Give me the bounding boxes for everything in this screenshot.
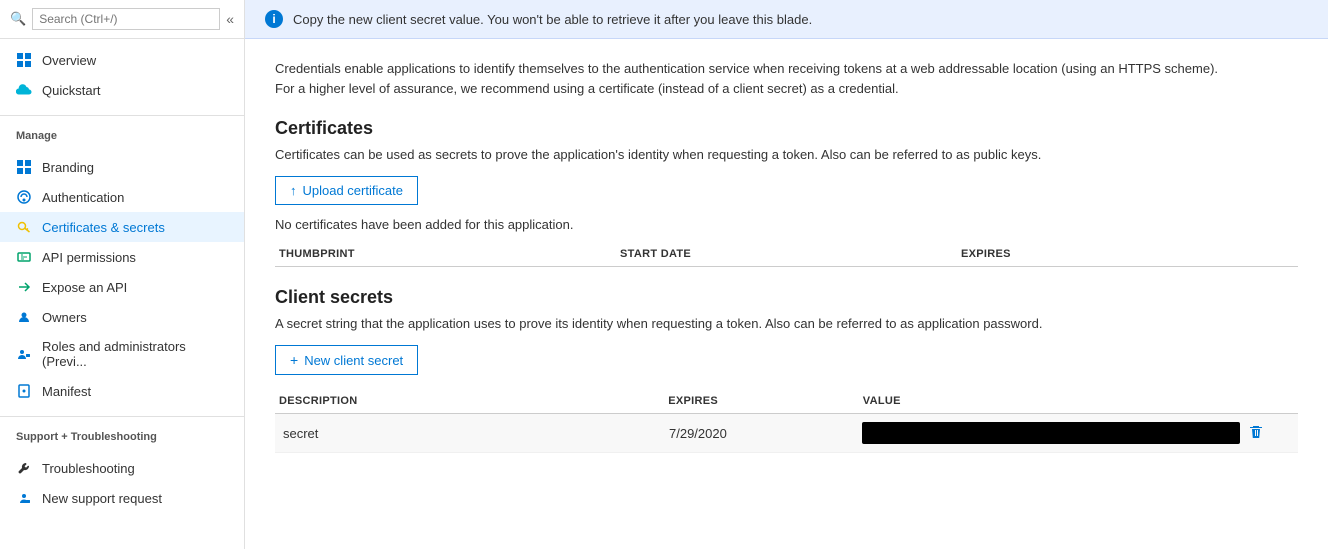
thumbprint-header: THUMBPRINT xyxy=(275,248,616,260)
key-icon xyxy=(16,219,32,235)
sidebar-nav-support: Troubleshooting New support request xyxy=(0,447,244,519)
grid-icon xyxy=(16,52,32,68)
upload-icon: ↑ xyxy=(290,183,297,198)
secrets-table-header: DESCRIPTION EXPIRES VALUE xyxy=(275,389,1298,414)
certificates-section: Certificates Certificates can be used as… xyxy=(275,118,1298,267)
sidebar: 🔍 « Overview Quickstart Manage Branding xyxy=(0,0,245,549)
secret-actions xyxy=(1244,424,1294,443)
sidebar-item-label: Manifest xyxy=(42,384,91,399)
sidebar-item-overview[interactable]: Overview xyxy=(0,45,244,75)
manage-section-header: Manage xyxy=(0,120,244,146)
value-header: VALUE xyxy=(859,395,1248,407)
upload-certificate-button[interactable]: ↑ Upload certificate xyxy=(275,176,418,205)
expires-col-header: EXPIRES xyxy=(664,395,859,407)
delete-secret-button[interactable] xyxy=(1248,427,1264,443)
search-input[interactable] xyxy=(32,8,220,30)
main-content: i Copy the new client secret value. You … xyxy=(245,0,1328,549)
sidebar-item-expose-api[interactable]: Expose an API xyxy=(0,272,244,302)
sidebar-item-label: Troubleshooting xyxy=(42,461,135,476)
client-secrets-title: Client secrets xyxy=(275,287,1298,308)
sidebar-item-new-support[interactable]: New support request xyxy=(0,483,244,513)
search-bar: 🔍 « xyxy=(0,0,244,39)
description-header: DESCRIPTION xyxy=(275,395,664,407)
secret-expires: 7/29/2020 xyxy=(665,426,858,441)
sidebar-item-label: Expose an API xyxy=(42,280,127,295)
sidebar-item-label: Authentication xyxy=(42,190,124,205)
new-secret-button-label: New client secret xyxy=(304,353,403,368)
manifest-icon xyxy=(16,383,32,399)
authentication-icon xyxy=(16,189,32,205)
sidebar-item-label: Quickstart xyxy=(42,83,101,98)
no-certificates-text: No certificates have been added for this… xyxy=(275,217,1298,232)
sidebar-item-certificates[interactable]: Certificates & secrets xyxy=(0,212,244,242)
sidebar-item-label: Certificates & secrets xyxy=(42,220,165,235)
sidebar-item-label: New support request xyxy=(42,491,162,506)
sidebar-item-authentication[interactable]: Authentication xyxy=(0,182,244,212)
secret-value-cell xyxy=(858,422,1244,444)
certificates-desc: Certificates can be used as secrets to p… xyxy=(275,147,1298,162)
sidebar-item-manifest[interactable]: Manifest xyxy=(0,376,244,406)
content-area: Credentials enable applications to ident… xyxy=(245,39,1328,549)
client-secrets-desc: A secret string that the application use… xyxy=(275,316,1298,331)
client-secrets-section: Client secrets A secret string that the … xyxy=(275,287,1298,453)
certificates-title: Certificates xyxy=(275,118,1298,139)
search-icon: 🔍 xyxy=(10,11,26,27)
sidebar-item-label: Owners xyxy=(42,310,87,325)
actions-header xyxy=(1248,395,1298,407)
plus-icon: + xyxy=(290,352,298,368)
owners-icon xyxy=(16,309,32,325)
new-client-secret-button[interactable]: + New client secret xyxy=(275,345,418,375)
sidebar-item-label: Roles and administrators (Previ... xyxy=(42,339,228,369)
sidebar-nav-manage: Branding Authentication Certificates & s… xyxy=(0,146,244,412)
api-icon xyxy=(16,249,32,265)
sidebar-item-label: API permissions xyxy=(42,250,136,265)
expose-icon xyxy=(16,279,32,295)
collapse-button[interactable]: « xyxy=(226,11,234,27)
banner-text: Copy the new client secret value. You wo… xyxy=(293,12,812,27)
upload-button-label: Upload certificate xyxy=(303,183,403,198)
sidebar-item-label: Overview xyxy=(42,53,96,68)
support-icon xyxy=(16,490,32,506)
sidebar-item-label: Branding xyxy=(42,160,94,175)
sidebar-item-api-permissions[interactable]: API permissions xyxy=(0,242,244,272)
wrench-icon xyxy=(16,460,32,476)
secret-value-masked xyxy=(862,422,1240,444)
sidebar-item-branding[interactable]: Branding xyxy=(0,152,244,182)
sidebar-nav-top: Overview Quickstart xyxy=(0,39,244,111)
expires-header: EXPIRES xyxy=(957,248,1298,260)
info-banner: i Copy the new client secret value. You … xyxy=(245,0,1328,39)
start-date-header: START DATE xyxy=(616,248,957,260)
branding-icon xyxy=(16,159,32,175)
secret-table-row: secret 7/29/2020 xyxy=(275,414,1298,453)
sidebar-item-roles[interactable]: Roles and administrators (Previ... xyxy=(0,332,244,376)
sidebar-item-owners[interactable]: Owners xyxy=(0,302,244,332)
cert-table-header: THUMBPRINT START DATE EXPIRES xyxy=(275,242,1298,267)
sidebar-item-quickstart[interactable]: Quickstart xyxy=(0,75,244,105)
sidebar-item-troubleshooting[interactable]: Troubleshooting xyxy=(0,453,244,483)
roles-icon xyxy=(16,346,32,362)
info-icon: i xyxy=(265,10,283,28)
secret-description: secret xyxy=(279,426,665,441)
cloud-icon xyxy=(16,82,32,98)
intro-text: Credentials enable applications to ident… xyxy=(275,59,1235,98)
support-section-header: Support + Troubleshooting xyxy=(0,421,244,447)
